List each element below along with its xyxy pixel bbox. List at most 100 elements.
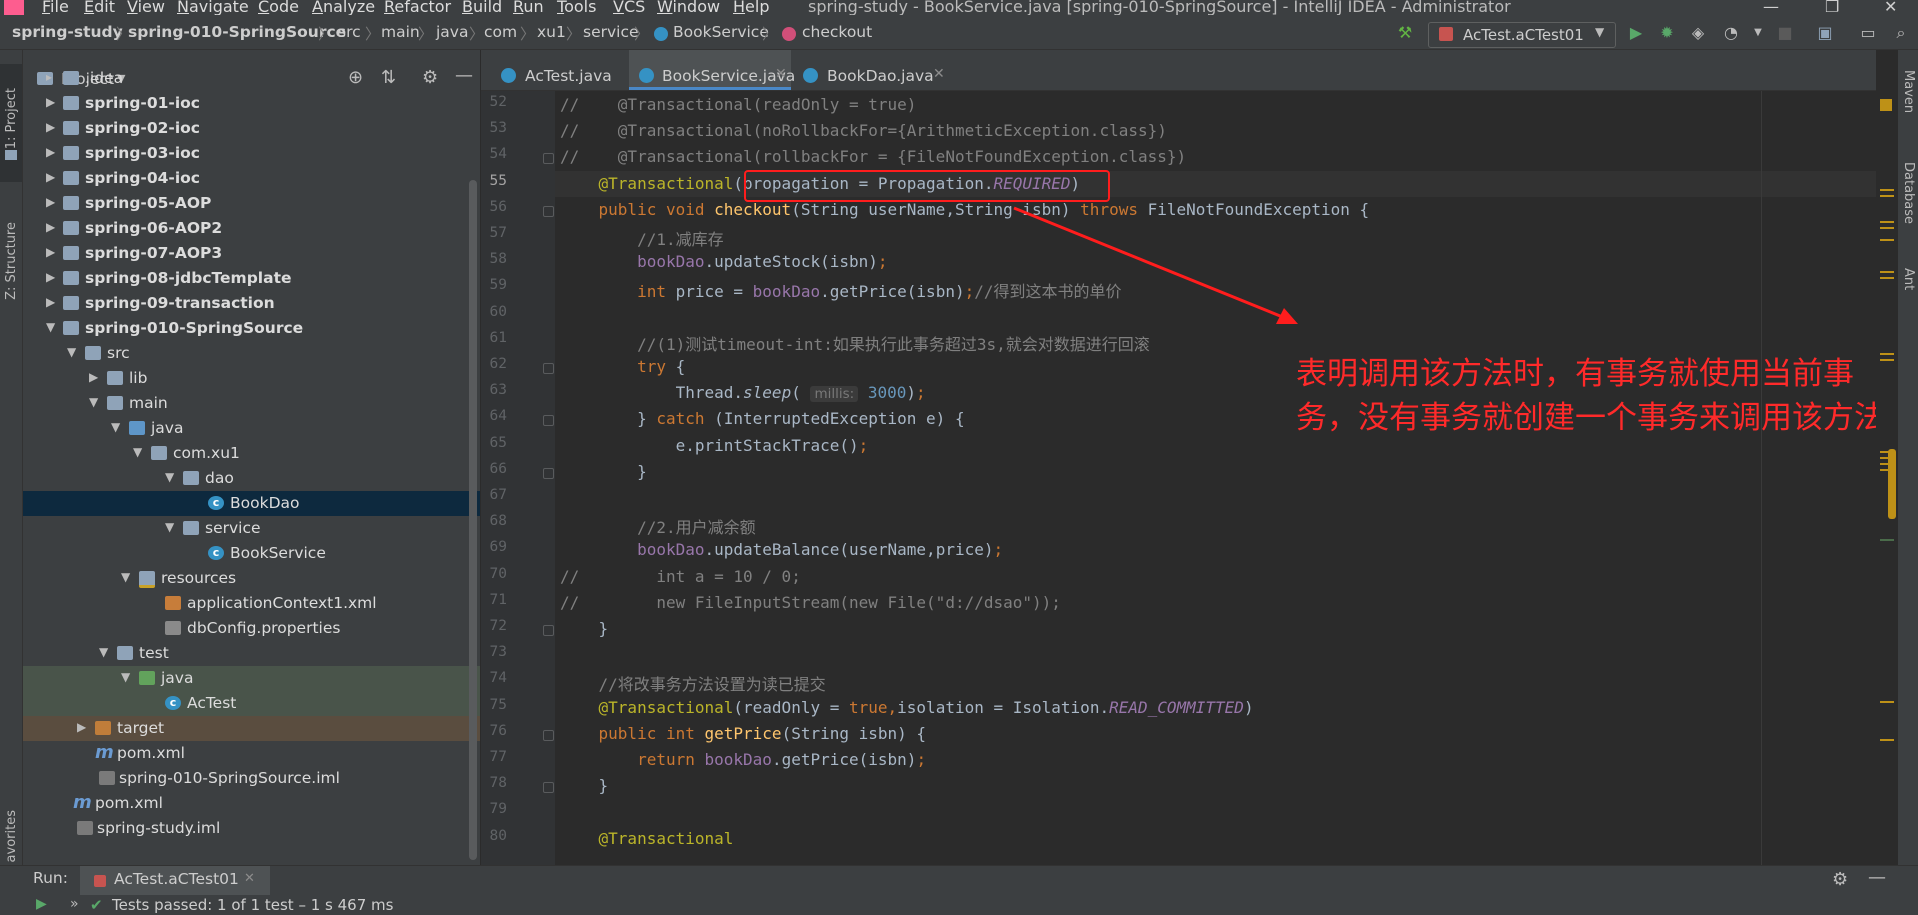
run-configuration-select[interactable]: AcTest.aCTest01 ▼ [1428,22,1616,48]
menu-window[interactable]: Window [657,0,720,15]
tab-bookservice[interactable]: BookService.java ✕ [629,50,795,90]
code-line[interactable]: //将改事务方法设置为读已提交 [560,671,826,695]
tree-item-module[interactable]: ▼ spring-010-SpringSource [23,316,480,341]
breadcrumb-src[interactable]: src [338,23,361,41]
expand-arrow-icon[interactable]: ▶ [46,295,55,309]
tree-item-file[interactable]: spring-010-SpringSource.iml [23,766,480,791]
tree-item-module[interactable]: ▶ spring-02-ioc [23,116,480,141]
code-line[interactable]: bookDao.updateBalance(userName,price); [560,540,1003,559]
minimize-icon[interactable]: — [1763,0,1779,15]
tree-item-module[interactable]: ▶ spring-09-transaction [23,291,480,316]
breadcrumb-xu1[interactable]: xu1 [537,23,566,41]
code-line[interactable]: } [560,619,609,638]
ant-tool-tab[interactable]: Ant [1901,268,1916,290]
code-line[interactable]: //1.减库存 [560,226,724,250]
code-line[interactable]: // new FileInputStream(new File("d://dsa… [560,593,1061,612]
tree-item-folder[interactable]: ▼ src [23,341,480,366]
stop-icon[interactable]: ■ [1776,24,1794,42]
run-tab[interactable]: AcTest.aCTest01 ✕ [80,866,270,896]
profile-dropdown-icon[interactable]: ▼ [1749,24,1767,42]
tree-item-module[interactable]: ▶ spring-01-ioc [23,91,480,116]
tree-item-folder[interactable]: ▶ lib [23,366,480,391]
code-line[interactable]: // @Transactional(rollbackFor = {FileNot… [560,147,1186,166]
search-icon[interactable]: ⌕ [1892,24,1910,42]
close-tab-icon[interactable]: ✕ [244,871,255,886]
expand-arrow-icon[interactable]: ▶ [46,195,55,209]
collapse-arrow-icon[interactable]: ▼ [165,520,174,534]
run-icon[interactable]: ▶ [1627,24,1645,42]
collapse-arrow-icon[interactable]: ▼ [46,320,55,334]
tree-item-package[interactable]: ▼ com.xu1 [23,441,480,466]
tree-item-file[interactable]: spring-study.iml [23,816,480,841]
menu-tools[interactable]: Tools [557,0,596,15]
tab-actest[interactable]: AcTest.java [489,50,629,90]
collapse-arrow-icon[interactable]: ▼ [111,420,120,434]
breadcrumb-com[interactable]: com [484,23,517,41]
warning-marker[interactable] [1880,701,1894,703]
project-structure-icon[interactable]: ▣ [1816,24,1834,42]
collapse-arrow-icon[interactable]: ▼ [121,570,130,584]
breadcrumb-main[interactable]: main [381,23,420,41]
fold-toggle-icon[interactable] [543,467,554,479]
code-line[interactable]: } catch (InterruptedException e) { [560,409,965,428]
change-marker[interactable] [1880,539,1894,541]
expand-arrow-icon[interactable]: ▶ [46,220,55,234]
breadcrumb-project[interactable]: spring-study [12,23,123,41]
expand-icon[interactable]: » [70,896,79,912]
coverage-icon[interactable]: ◈ [1689,24,1707,42]
hide-panel-icon[interactable]: — [1868,867,1886,888]
tree-item-file[interactable]: applicationContext1.xml [23,591,480,616]
tree-item-module[interactable]: ▶ spring-03-ioc [23,141,480,166]
tree-item-class[interactable]: c BookService [23,541,480,566]
editor-scrollbar-thumb[interactable] [1888,449,1896,519]
fold-toggle-icon[interactable] [543,625,554,636]
collapse-arrow-icon[interactable]: ▼ [165,470,174,484]
close-tab-icon[interactable]: ✕ [933,66,945,82]
menu-file[interactable]: File [42,0,69,15]
menu-build[interactable]: Build [462,0,502,15]
warning-marker[interactable] [1880,195,1894,197]
code-line[interactable]: // int a = 10 / 0; [560,567,801,586]
warning-marker[interactable] [1880,271,1894,273]
code-line[interactable]: e.printStackTrace(); [560,436,869,455]
tree-item-module[interactable]: ▶ spring-07-AOP3 [23,241,480,266]
code-line[interactable]: } [560,776,609,795]
warning-marker[interactable] [1880,353,1894,355]
tree-item-class[interactable]: c AcTest [23,691,480,716]
tree-item-file[interactable]: m pom.xml [23,791,480,816]
code-line[interactable]: //2.用户减余额 [560,514,756,538]
layout-icon[interactable]: ▭ [1859,24,1877,42]
code-line[interactable]: bookDao.updateStock(isbn); [560,252,887,271]
expand-arrow-icon[interactable]: ▶ [77,720,86,734]
tree-item-package[interactable]: ▼ dao [23,466,480,491]
menu-analyze[interactable]: Analyze [312,0,375,15]
tree-item-excluded[interactable]: ▶ target [23,716,480,741]
profile-icon[interactable]: ◔ [1722,24,1740,42]
tree-item-file[interactable]: m pom.xml [23,741,480,766]
code-line[interactable]: @Transactional [560,829,734,848]
tree-item-module[interactable]: ▶ spring-06-AOP2 [23,216,480,241]
breadcrumb-method[interactable]: checkout [802,23,872,41]
fold-toggle-icon[interactable] [543,205,554,217]
menu-view[interactable]: View [127,0,165,15]
expand-arrow-icon[interactable]: ▶ [46,245,55,259]
warning-marker[interactable] [1880,277,1894,279]
fold-toggle-icon[interactable] [543,363,554,374]
tree-item-module[interactable]: ▶ spring-04-ioc [23,166,480,191]
menu-vcs[interactable]: VCS [613,0,645,15]
collapse-arrow-icon[interactable]: ▼ [89,395,98,409]
collapse-arrow-icon[interactable]: ▼ [121,670,130,684]
tab-bookdao[interactable]: BookDao.java ✕ [791,50,945,90]
tree-item-folder[interactable]: ▼ test [23,641,480,666]
expand-arrow-icon[interactable]: ▶ [46,270,55,284]
tree-item-folder[interactable]: ▼ main [23,391,480,416]
warning-marker[interactable] [1880,221,1894,223]
fold-toggle-icon[interactable] [543,415,554,427]
expand-arrow-icon[interactable]: ▶ [89,370,98,384]
code-line[interactable]: } [560,462,647,481]
collapse-arrow-icon[interactable]: ▼ [67,345,76,359]
build-hammer-icon[interactable]: ⚒ [1396,24,1414,42]
editor-gutter[interactable]: 52 53 54 55 56 57 58 59 60 61 62 63 64 65 66 67 68 69 70 71… [481,91,555,865]
menu-code[interactable]: Code [258,0,299,15]
menu-help[interactable]: Help [733,0,769,15]
